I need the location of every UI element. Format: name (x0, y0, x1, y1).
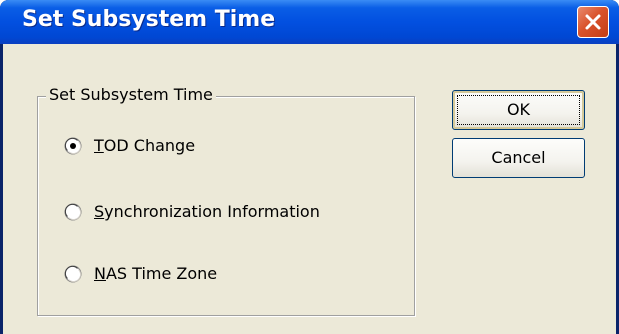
ok-button[interactable]: OK (452, 90, 585, 130)
radio-unselected-icon (64, 203, 82, 221)
subsystem-time-groupbox: Set Subsystem Time TOD Change Synchroniz… (37, 85, 415, 316)
dialog-client-area: Set Subsystem Time TOD Change Synchroniz… (3, 44, 616, 334)
window-title: Set Subsystem Time (22, 7, 276, 32)
cancel-button[interactable]: Cancel (452, 138, 585, 178)
radio-nas-time-zone-label: NAS Time Zone (94, 264, 218, 283)
radio-unselected-icon (64, 265, 82, 283)
close-button[interactable] (577, 6, 609, 38)
radio-tod-change-label: TOD Change (94, 136, 196, 155)
radio-synchronization-information-label: Synchronization Information (94, 202, 320, 221)
title-bar[interactable]: Set Subsystem Time (0, 0, 619, 44)
groupbox-legend: Set Subsystem Time (46, 85, 216, 104)
radio-selected-icon (64, 137, 82, 155)
close-icon (585, 14, 601, 30)
dialog-window: Set Subsystem Time Set Subsystem Time TO… (0, 0, 619, 334)
focus-ring (457, 95, 580, 125)
cancel-button-label: Cancel (491, 148, 546, 167)
